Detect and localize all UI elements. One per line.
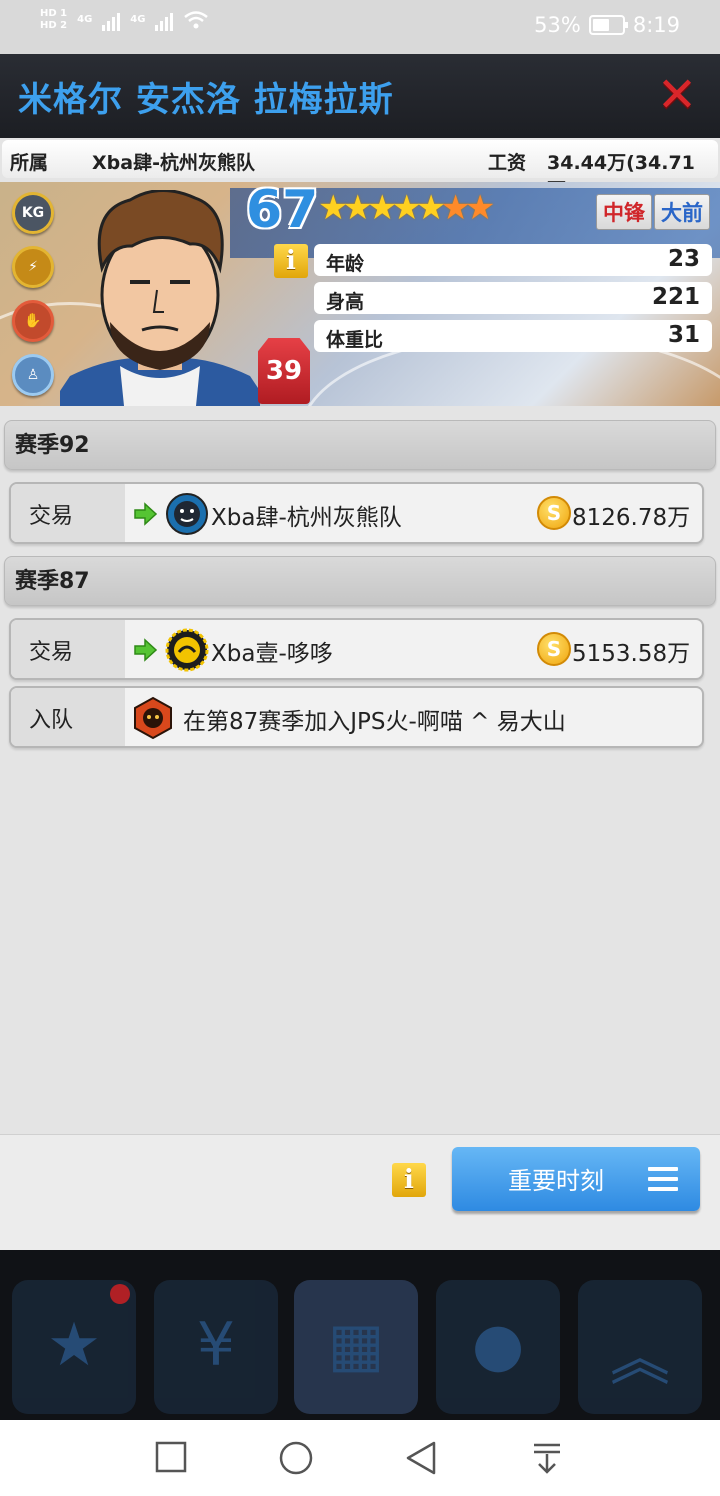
title-bar: 米格尔 安杰洛 拉梅拉斯 ✕: [0, 54, 720, 138]
coin-icon: S: [537, 632, 571, 666]
recent-apps-icon[interactable]: [154, 1440, 188, 1474]
badge-label: ♙: [26, 367, 40, 383]
wifi-icon: [184, 11, 209, 29]
nav-money-tab[interactable]: ¥: [154, 1280, 278, 1414]
team-value: Xba肆-杭州灰熊队: [92, 152, 255, 174]
history-row-trade[interactable]: 交易 Xba壹-哆哆 S 5153.58万: [9, 618, 704, 680]
lightning-badge-icon[interactable]: ⚡: [12, 246, 54, 288]
home-icon[interactable]: [278, 1440, 314, 1476]
jersey-number: 39: [258, 338, 310, 404]
nav-court-tab[interactable]: ▦: [294, 1280, 418, 1414]
player-name: 米格尔 安杰洛 拉梅拉斯: [18, 80, 394, 120]
player-badge-icon[interactable]: ♙: [12, 354, 54, 396]
kg-badge-icon[interactable]: KG: [12, 192, 54, 234]
event-type: 入队: [11, 688, 125, 746]
event-type: 交易: [11, 484, 125, 542]
game-bottom-nav: ★ ¥ ▦ ● ︽: [0, 1250, 720, 1420]
star-rating: ★★★★★★★: [318, 188, 495, 228]
nav-more-tab[interactable]: ︽: [578, 1280, 702, 1414]
position-power-forward: 大前: [654, 194, 710, 230]
badge-label: ⚡: [28, 259, 38, 275]
player-avatar: [60, 190, 260, 406]
panel-footer: i 重要时刻: [0, 1134, 720, 1250]
stat-label: 身高: [326, 291, 365, 313]
globe-icon: ●: [471, 1310, 525, 1380]
stat-height: 身高 221: [314, 282, 712, 314]
signal-icon-2: [155, 9, 174, 31]
hand-badge-icon[interactable]: ✋: [12, 300, 54, 342]
full-stars: ★★★★★: [318, 188, 446, 228]
half-stars: ★★: [440, 188, 495, 228]
gear-team-logo-icon: [165, 628, 209, 672]
menu-icon: [648, 1167, 678, 1191]
team-name: Xba壹-哆哆: [211, 641, 333, 667]
team-name: Xba肆-杭州灰熊队: [211, 505, 402, 531]
season-header: 赛季92: [4, 420, 716, 470]
network-type-1: 4G: [77, 14, 93, 25]
moments-button[interactable]: 重要时刻: [452, 1147, 700, 1211]
close-icon[interactable]: ✕: [656, 71, 698, 119]
nav-globe-tab[interactable]: ●: [436, 1280, 560, 1414]
fire-team-logo-icon: [134, 696, 172, 740]
badge-label: ✋: [24, 313, 42, 329]
signal-group: HD 1 HD 2 4G 4G: [40, 8, 209, 32]
stat-age: 年龄 23: [314, 244, 712, 276]
arrow-right-icon: [134, 638, 157, 662]
battery-icon: [588, 15, 628, 35]
court-icon: ▦: [327, 1310, 385, 1380]
status-bar: HD 1 HD 2 4G 4G 53% 8:19: [0, 0, 720, 54]
overall-rating: 67: [246, 182, 319, 240]
history-row-join[interactable]: 入队 在第87赛季加入JPS火-啊喵 ^ 易大山: [9, 686, 704, 748]
stat-value: 31: [667, 322, 700, 348]
player-panel: 所属 Xba肆-杭州灰熊队 工资 34.44万(34.71万) KG ⚡ ✋ ♙…: [0, 138, 720, 1250]
info-icon[interactable]: i: [274, 244, 308, 278]
system-nav-bar: [0, 1420, 720, 1496]
info-icon[interactable]: i: [392, 1163, 426, 1197]
season-header: 赛季87: [4, 556, 716, 606]
coin-icon: S: [537, 496, 571, 530]
stat-value: 23: [667, 246, 700, 272]
grizzly-team-logo-icon: [166, 493, 208, 535]
team-salary-row: 所属 Xba肆-杭州灰熊队 工资 34.44万(34.71万): [2, 140, 718, 201]
clock: 8:19: [632, 13, 680, 37]
status-right: 53% 8:19: [534, 13, 680, 37]
trade-amount: 8126.78万: [572, 505, 691, 531]
arrow-right-icon: [134, 502, 157, 526]
back-icon[interactable]: [404, 1440, 438, 1476]
star-icon: ★: [47, 1310, 101, 1380]
stat-label: 体重比: [326, 329, 384, 351]
sim2-label: HD 2: [40, 20, 68, 31]
badge-label: KG: [21, 205, 45, 221]
history-row-trade[interactable]: 交易 Xba肆-杭州灰熊队 S 8126.78万: [9, 482, 704, 544]
trade-amount: 5153.58万: [572, 641, 691, 667]
event-type: 交易: [11, 620, 125, 678]
salary-label: 工资: [488, 152, 527, 174]
chevron-up-icon: ︽: [610, 1324, 670, 1394]
position-center: 中锋: [596, 194, 652, 230]
stat-value: 221: [651, 284, 700, 310]
join-description: 在第87赛季加入JPS火-啊喵 ^ 易大山: [183, 709, 566, 735]
player-card: KG ⚡ ✋ ♙ 39 67 ★★★★★★★ 中锋 大前 i 年龄 23 身高: [0, 182, 720, 406]
stat-weight-ratio: 体重比 31: [314, 320, 712, 352]
team-label: 所属: [10, 152, 49, 174]
battery-percent: 53%: [534, 13, 581, 37]
moments-button-label: 重要时刻: [508, 1167, 604, 1195]
sim-labels: HD 1 HD 2: [40, 8, 67, 32]
stat-label: 年龄: [326, 253, 365, 275]
yen-icon: ¥: [196, 1310, 236, 1380]
notification-pull-icon[interactable]: [530, 1440, 564, 1476]
notification-dot: [110, 1284, 130, 1304]
signal-icon: [102, 9, 121, 31]
network-type-2: 4G: [130, 14, 146, 25]
sim1-label: HD 1: [40, 8, 68, 19]
